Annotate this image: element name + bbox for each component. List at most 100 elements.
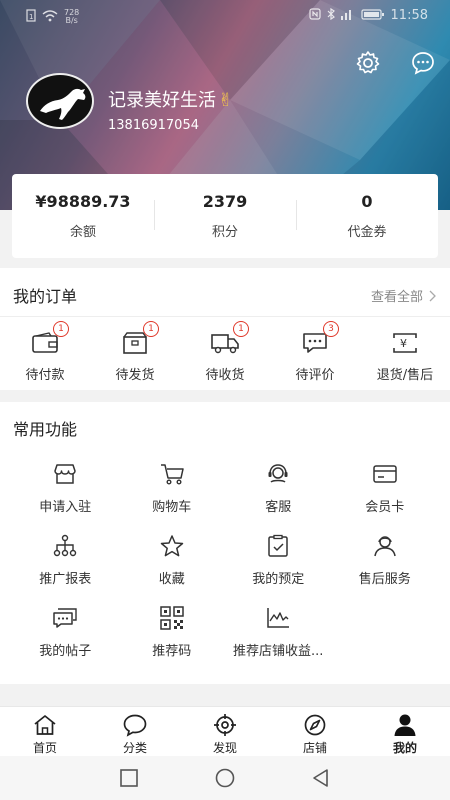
stat-balance[interactable]: ¥98889.73 余额 [12,174,154,258]
username: 记录美好生活 ✌ [108,90,234,111]
order-label: 待收货 [205,368,245,383]
wifi-icon [42,9,58,25]
home-circle-icon[interactable] [213,766,237,790]
home-icon [32,713,58,737]
func-my-reservations[interactable]: 我的预定 [225,534,332,587]
func-apply-settle[interactable]: 申请入驻 [12,462,119,515]
func-referral-code[interactable]: 推荐码 [119,606,226,659]
func-label: 我的预定 [252,572,305,587]
stat-value: 2379 [202,192,248,211]
func-my-posts[interactable]: 我的帖子 [12,606,119,659]
order-pending-payment[interactable]: 1 待付款 [0,321,90,384]
order-refund-aftersale[interactable]: ¥ 退货/售后 [360,324,450,384]
func-label: 购物车 [152,500,192,515]
tab-label: 店铺 [302,741,327,755]
tab-label: 首页 [32,741,57,755]
tab-mine[interactable]: 我的 [360,707,450,756]
chat-bubble-icon [122,713,148,737]
stat-value: 0 [361,192,373,211]
stat-vouchers[interactable]: 0 代金券 [296,174,438,258]
compass-icon [302,713,328,737]
settings-gear-icon[interactable] [353,48,383,78]
functions-grid: 申请入驻 购物车 客服 会员卡 推广报表 收藏 我的预定 售后服务 我的帖子 推… [12,462,439,659]
order-pending-shipment[interactable]: 1 待发货 [90,321,180,384]
functions-title: 常用功能 [13,420,78,439]
phone-number: 13816917054 [108,118,199,133]
func-promo-report[interactable]: 推广报表 [12,534,119,587]
stat-label: 代金券 [347,225,387,240]
tab-discover[interactable]: 发现 [180,707,270,756]
system-nav-bar [0,756,450,800]
signal-icon [340,8,355,23]
stat-label: 积分 [211,225,238,240]
bluetooth-icon [327,7,335,23]
bottom-tab-bar: 首页 分类 发现 店铺 我的 [0,706,450,756]
card-icon [371,462,399,486]
order-badge: 1 [233,321,249,337]
tab-home[interactable]: 首页 [0,707,90,756]
my-orders-section: 我的订单 查看全部 1 待付款 1 待发货 1 待收货 3 待评价 ¥ 退货/售… [0,268,450,390]
target-icon [212,713,238,737]
order-label: 待评价 [295,368,335,383]
func-label: 推广报表 [39,572,92,587]
star-icon [158,534,186,558]
victory-hand-icon: ✌ [218,90,234,111]
func-member-card[interactable]: 会员卡 [332,462,439,515]
cart-icon [158,462,186,486]
back-triangle-icon[interactable] [309,766,333,790]
func-label: 收藏 [158,572,185,587]
clock: 11:58 [390,8,428,23]
order-label: 退货/售后 [376,368,434,383]
recent-apps-square-icon[interactable] [117,766,141,790]
order-badge: 3 [323,321,339,337]
tab-category[interactable]: 分类 [90,707,180,756]
order-badge: 1 [53,321,69,337]
line-chart-icon [264,606,292,630]
message-icon[interactable] [408,48,438,78]
func-shop-earnings[interactable]: 推荐店铺收益... [225,606,332,659]
stat-label: 余额 [69,225,96,240]
nfc-icon [308,8,321,23]
order-label: 待发货 [115,368,155,383]
func-label: 我的帖子 [39,644,92,659]
service-person-icon [371,534,399,558]
store-icon [51,462,79,486]
tab-label: 分类 [122,741,147,755]
func-customer-service[interactable]: 客服 [225,462,332,515]
common-functions-section: 常用功能 申请入驻 购物车 客服 会员卡 推广报表 收藏 我的预定 售后服务 我… [0,402,450,684]
tab-label: 我的 [392,741,417,755]
refund-icon: ¥ [390,328,420,358]
sim-icon: 1 [26,9,36,25]
chevron-right-icon [429,290,436,301]
post-icon [51,606,79,630]
view-all-orders-link[interactable]: 查看全部 [371,286,436,305]
orders-title: 我的订单 [13,287,78,306]
stat-value: ¥98889.73 [35,192,131,211]
view-all-label: 查看全部 [370,290,423,305]
tab-shop[interactable]: 店铺 [270,707,360,756]
func-label: 申请入驻 [39,500,92,515]
func-aftersale-service[interactable]: 售后服务 [332,534,439,587]
func-label: 推荐店铺收益... [233,644,324,659]
divider [0,316,450,317]
order-badge: 1 [143,321,159,337]
func-cart[interactable]: 购物车 [119,462,226,515]
order-pending-receipt[interactable]: 1 待收货 [180,321,270,384]
avatar[interactable] [26,73,94,129]
order-status-row: 1 待付款 1 待发货 1 待收货 3 待评价 ¥ 退货/售后 [0,321,450,384]
battery-icon [360,8,385,23]
svg-text:¥: ¥ [400,337,407,350]
order-pending-review[interactable]: 3 待评价 [270,321,360,384]
qr-code-icon [158,606,186,630]
tab-label: 发现 [212,741,237,755]
hierarchy-icon [51,534,79,558]
order-label: 待付款 [25,368,65,383]
account-stats-card: ¥98889.73 余额 2379 积分 0 代金券 [12,174,438,258]
user-icon [392,713,418,737]
func-label: 会员卡 [365,500,405,515]
svg-text:1: 1 [29,13,33,21]
func-favorites[interactable]: 收藏 [119,534,226,587]
func-label: 推荐码 [152,644,192,659]
stat-points[interactable]: 2379 积分 [154,174,296,258]
headset-icon [264,462,292,486]
